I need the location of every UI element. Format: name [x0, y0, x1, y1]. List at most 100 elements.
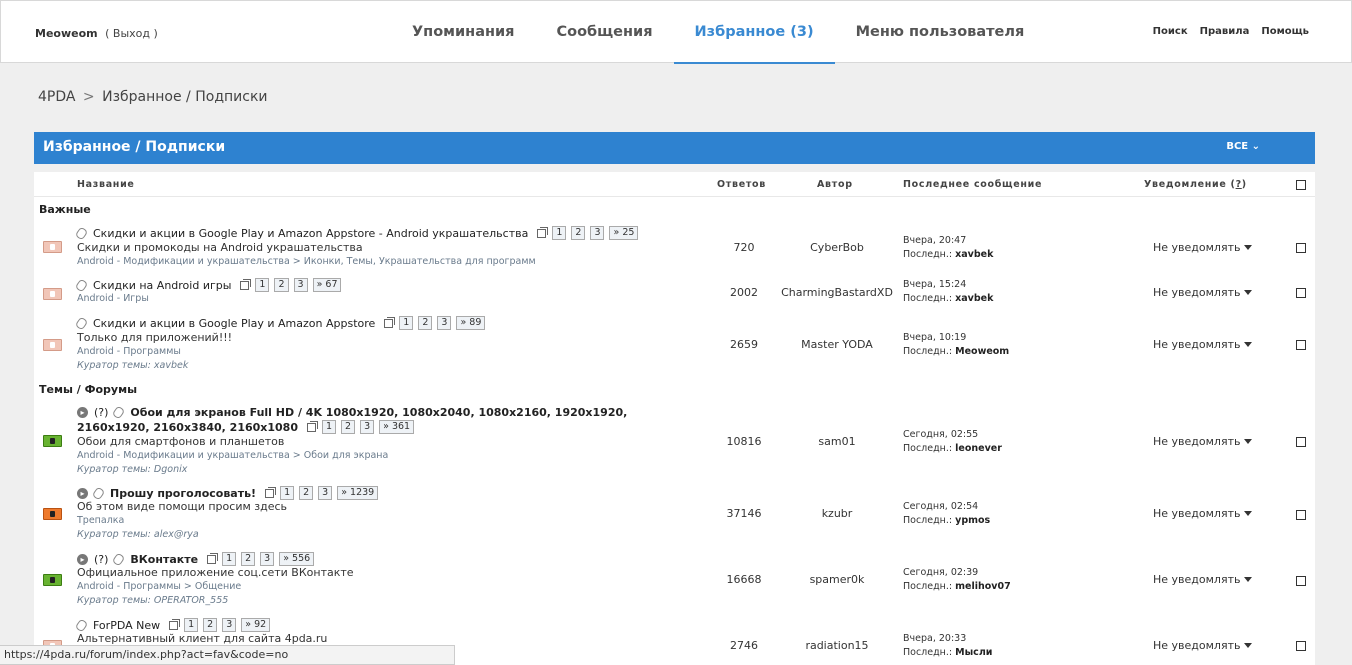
- row-checkbox[interactable]: [1296, 340, 1306, 350]
- tab-mentions[interactable]: Упоминания: [391, 1, 535, 64]
- curator-link[interactable]: OPERATOR_555: [154, 595, 228, 606]
- last-post-time[interactable]: Сегодня, 02:39: [903, 567, 978, 578]
- notify-dropdown[interactable]: Не уведомлять: [1153, 507, 1253, 520]
- page-link[interactable]: 2: [274, 278, 289, 292]
- last-post-time[interactable]: Вчера, 10:19: [903, 332, 966, 343]
- last-user-link[interactable]: xavbek: [955, 249, 993, 260]
- last-post-time[interactable]: Вчера, 15:24: [903, 279, 966, 290]
- page-link[interactable]: 2: [203, 618, 218, 632]
- page-link-last[interactable]: » 556: [279, 552, 315, 566]
- last-user-link[interactable]: ypmos: [955, 515, 990, 526]
- notify-dropdown[interactable]: Не уведомлять: [1153, 435, 1253, 448]
- breadcrumb-current[interactable]: Избранное / Подписки: [102, 89, 267, 105]
- topic-title-link[interactable]: Скидки и акции в Google Play и Amazon Ap…: [93, 227, 528, 240]
- page-link-last[interactable]: » 25: [609, 226, 639, 240]
- notify-dropdown[interactable]: Не уведомлять: [1153, 241, 1253, 254]
- page-link[interactable]: 2: [571, 226, 586, 240]
- author-link[interactable]: radiation15: [777, 639, 897, 652]
- row-checkbox[interactable]: [1296, 437, 1306, 447]
- page-link-last[interactable]: » 67: [312, 278, 342, 292]
- last-user-link[interactable]: Мысли: [955, 647, 992, 658]
- curator-link[interactable]: xavbek: [154, 360, 188, 371]
- tab-favorites[interactable]: Избранное (3): [673, 1, 835, 64]
- tab-messages[interactable]: Сообщения: [535, 1, 673, 64]
- column-header-last-post[interactable]: Последнее сообщение: [903, 179, 1042, 190]
- go-to-new-icon[interactable]: ▸: [77, 553, 88, 565]
- topic-forum-link[interactable]: Трепалка: [77, 515, 124, 526]
- column-header-author[interactable]: Автор: [817, 179, 853, 190]
- last-user-link[interactable]: leonever: [955, 443, 1002, 454]
- go-to-new-icon[interactable]: ▸: [77, 487, 88, 499]
- page-link[interactable]: 3: [590, 226, 605, 240]
- page-link-last[interactable]: » 1239: [337, 486, 379, 500]
- page-link[interactable]: 2: [299, 486, 314, 500]
- page-link[interactable]: 2: [341, 420, 356, 434]
- notify-dropdown[interactable]: Не уведомлять: [1153, 573, 1253, 586]
- last-post-time[interactable]: Сегодня, 02:55: [903, 429, 978, 440]
- page-link[interactable]: 3: [360, 420, 375, 434]
- search-link[interactable]: Поиск: [1153, 26, 1188, 37]
- page-link[interactable]: 2: [241, 552, 256, 566]
- notify-dropdown[interactable]: Не уведомлять: [1153, 639, 1253, 652]
- select-all-checkbox[interactable]: [1296, 180, 1306, 190]
- author-link[interactable]: Master YODA: [777, 338, 897, 351]
- author-link[interactable]: spamer0k: [777, 573, 897, 586]
- page-link-last[interactable]: » 89: [456, 316, 486, 330]
- column-header-replies[interactable]: Ответов: [717, 179, 766, 190]
- rules-link[interactable]: Правила: [1200, 26, 1250, 37]
- topic-forum-link[interactable]: Android - Игры: [77, 293, 149, 304]
- row-checkbox[interactable]: [1296, 641, 1306, 651]
- author-link[interactable]: kzubr: [777, 507, 897, 520]
- help-link[interactable]: Помощь: [1261, 26, 1309, 37]
- username-link[interactable]: Meoweom: [35, 27, 98, 40]
- filter-dropdown[interactable]: ВСЕ ⌄: [1226, 132, 1260, 162]
- breadcrumb-root-link[interactable]: 4PDA: [38, 89, 75, 105]
- page-link[interactable]: 1: [255, 278, 270, 292]
- page-link[interactable]: 3: [260, 552, 275, 566]
- topic-title-link[interactable]: Прошу проголосовать!: [110, 487, 256, 500]
- author-link[interactable]: sam01: [777, 435, 897, 448]
- author-link[interactable]: CyberBob: [777, 241, 897, 254]
- notify-dropdown[interactable]: Не уведомлять: [1153, 338, 1253, 351]
- topic-title-link[interactable]: ВКонтакте: [130, 553, 198, 566]
- topic-title-link[interactable]: ForPDA New: [93, 619, 160, 632]
- page-link[interactable]: 1: [184, 618, 199, 632]
- row-checkbox[interactable]: [1296, 243, 1306, 253]
- topic-forum-link[interactable]: Android - Модификации и украшательства >…: [77, 256, 536, 267]
- page-link[interactable]: 3: [222, 618, 237, 632]
- page-link[interactable]: 3: [437, 316, 452, 330]
- curator-link[interactable]: Dgonix: [154, 464, 187, 475]
- page-link[interactable]: 1: [322, 420, 337, 434]
- author-link[interactable]: CharmingBastardXD: [777, 286, 897, 299]
- notify-dropdown[interactable]: Не уведомлять: [1153, 286, 1253, 299]
- last-user-link[interactable]: melihov07: [955, 581, 1011, 592]
- topic-title-link[interactable]: Обои для экранов Full HD / 4K 1080x1920,…: [130, 406, 627, 419]
- page-link-last[interactable]: » 92: [241, 618, 271, 632]
- tab-user-menu[interactable]: Меню пользователя: [835, 1, 1046, 64]
- last-user-link[interactable]: Meoweom: [955, 346, 1009, 357]
- row-checkbox[interactable]: [1296, 510, 1306, 520]
- page-link[interactable]: 2: [418, 316, 433, 330]
- logout-link[interactable]: ( Выход ): [105, 27, 158, 40]
- last-post-time[interactable]: Вчера, 20:33: [903, 633, 966, 644]
- notify-help-link[interactable]: ?: [1236, 179, 1242, 190]
- topic-title-link[interactable]: Скидки на Android игры: [93, 279, 231, 292]
- page-link[interactable]: 3: [293, 278, 308, 292]
- topic-forum-link[interactable]: Android - Программы: [77, 346, 181, 357]
- page-link[interactable]: 1: [552, 226, 567, 240]
- row-checkbox[interactable]: [1296, 576, 1306, 586]
- last-post-time[interactable]: Сегодня, 02:54: [903, 501, 978, 512]
- last-user-link[interactable]: xavbek: [955, 293, 993, 304]
- go-to-new-icon[interactable]: ▸: [77, 407, 88, 418]
- column-header-name[interactable]: Название: [77, 179, 135, 190]
- topic-forum-link[interactable]: Android - Программы > Общение: [77, 581, 241, 592]
- topic-forum-link[interactable]: Android - Модификации и украшательства >…: [77, 450, 388, 461]
- page-link[interactable]: 3: [318, 486, 333, 500]
- topic-title-link-continued[interactable]: 2160x1920, 2160x3840, 2160x1080: [77, 421, 298, 434]
- page-link[interactable]: 1: [280, 486, 295, 500]
- page-link-last[interactable]: » 361: [379, 420, 415, 434]
- row-checkbox[interactable]: [1296, 288, 1306, 298]
- page-link[interactable]: 1: [399, 316, 414, 330]
- curator-link[interactable]: alex@rya: [154, 529, 199, 540]
- last-post-time[interactable]: Вчера, 20:47: [903, 235, 966, 246]
